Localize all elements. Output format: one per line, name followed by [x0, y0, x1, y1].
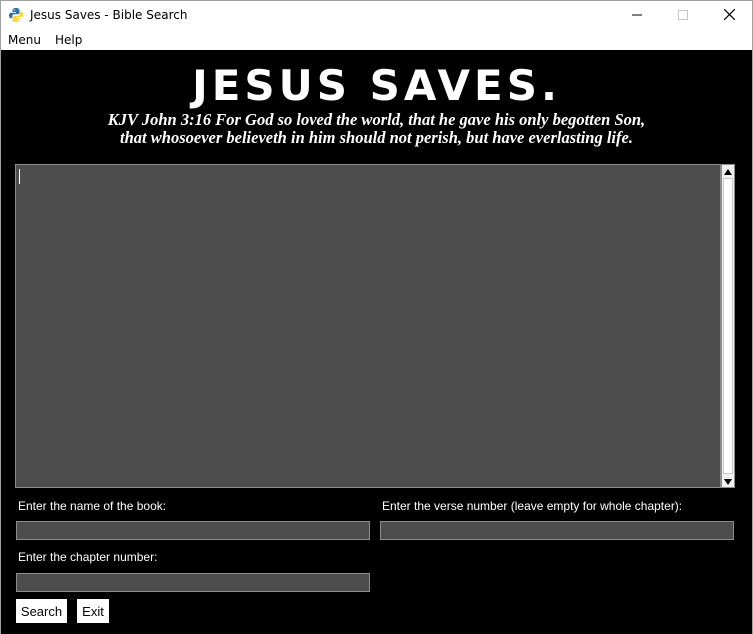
window-title: Jesus Saves - Bible Search — [30, 8, 188, 22]
menu-item-help[interactable]: Help — [48, 33, 89, 47]
verse-line-1: KJV John 3:16 For God so loved the world… — [107, 110, 646, 129]
maximize-icon — [678, 7, 688, 25]
verse-label: Enter the verse number (leave empty for … — [382, 499, 683, 513]
app-window: Jesus Saves - Bible Search Menu Help JES… — [0, 0, 753, 634]
close-icon — [723, 7, 735, 25]
chapter-label: Enter the chapter number: — [18, 550, 158, 564]
maximize-button[interactable] — [660, 1, 706, 30]
verse-line-2: that whosoever believeth in him should n… — [120, 128, 633, 147]
scripture-verse: KJV John 3:16 For God so loved the world… — [1, 111, 752, 147]
results-text-area[interactable] — [15, 164, 721, 488]
verse-input[interactable] — [380, 521, 734, 540]
arrow-down-icon — [724, 472, 732, 490]
book-input[interactable] — [16, 521, 370, 540]
scroll-down-button[interactable] — [722, 475, 734, 487]
exit-button[interactable]: Exit — [77, 599, 109, 623]
results-scrollbar[interactable] — [721, 164, 735, 488]
main-panel: JESUS SAVES. KJV John 3:16 For God so lo… — [1, 50, 752, 634]
page-title: JESUS SAVES. — [192, 61, 561, 110]
title-bar[interactable]: Jesus Saves - Bible Search — [1, 1, 752, 30]
text-caret — [19, 169, 20, 184]
book-label: Enter the name of the book: — [18, 499, 167, 513]
menu-item-menu[interactable]: Menu — [1, 33, 48, 47]
chapter-input[interactable] — [16, 573, 370, 592]
minimize-button[interactable] — [614, 1, 660, 30]
scroll-up-button[interactable] — [722, 165, 734, 177]
scroll-thumb[interactable] — [723, 178, 733, 474]
minimize-icon — [632, 7, 642, 25]
close-button[interactable] — [706, 1, 752, 30]
search-button[interactable]: Search — [16, 599, 67, 623]
menu-bar: Menu Help — [1, 30, 752, 50]
python-icon — [8, 7, 24, 23]
